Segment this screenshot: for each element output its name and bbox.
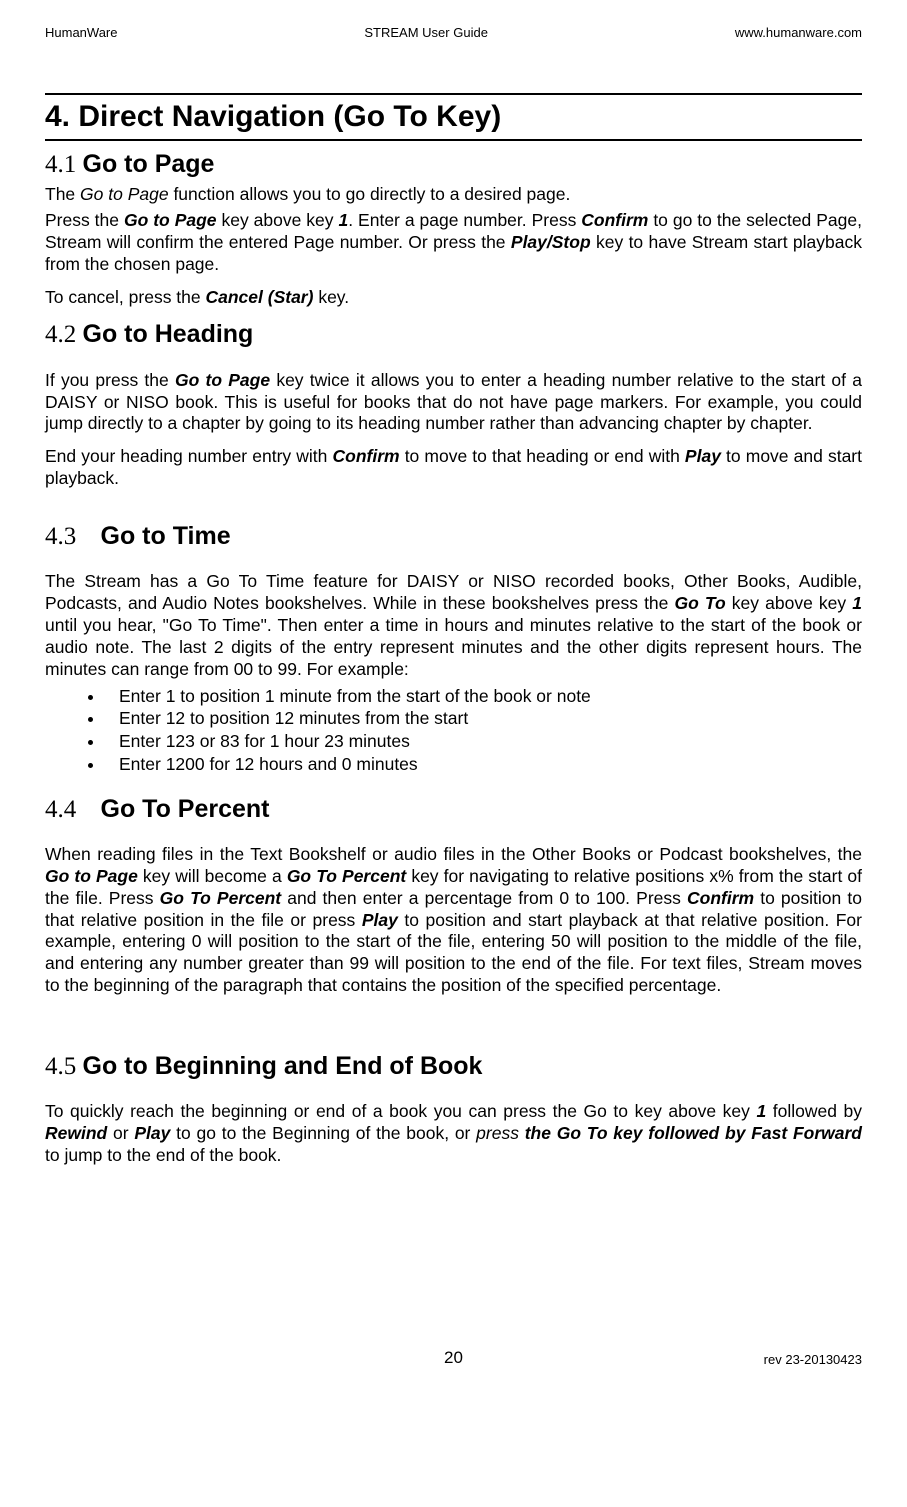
bullet-list: Enter 1 to position 1 minute from the st… [105, 685, 862, 776]
paragraph: The Stream has a Go To Time feature for … [45, 571, 862, 680]
paragraph: When reading files in the Text Bookshelf… [45, 844, 862, 997]
paragraph: Press the Go to Page key above key 1. En… [45, 210, 862, 276]
page-footer: 20 rev 23-20130423 [45, 1347, 862, 1368]
paragraph: If you press the Go to Page key twice it… [45, 370, 862, 436]
page-header: HumanWare STREAM User Guide www.humanwar… [45, 25, 862, 41]
paragraph: To cancel, press the Cancel (Star) key. [45, 287, 862, 309]
heading-4-5: 4.5 Go to Beginning and End of Book [45, 1051, 862, 1082]
header-right: www.humanware.com [735, 25, 862, 41]
heading-4-1: 4.1 Go to Page [45, 149, 862, 180]
heading-number: 4.2 [45, 321, 76, 348]
header-left: HumanWare [45, 25, 117, 41]
header-center: STREAM User Guide [364, 25, 488, 41]
heading-4-4: 4.4 Go To Percent [45, 794, 862, 825]
list-item: Enter 12 to position 12 minutes from the… [105, 707, 862, 730]
list-item: Enter 1200 for 12 hours and 0 minutes [105, 753, 862, 776]
heading-number: 4.3 [45, 523, 76, 550]
heading-4-2: 4.2 Go to Heading [45, 319, 862, 350]
heading-number: 4.4 [45, 796, 76, 823]
chapter-title: 4. Direct Navigation (Go To Key) [45, 93, 862, 141]
footer-revision: rev 23-20130423 [590, 1352, 862, 1368]
heading-label: Go to Time [101, 522, 231, 550]
paragraph: The Go to Page function allows you to go… [45, 184, 862, 206]
heading-label: Go to Beginning and End of Book [83, 1052, 483, 1080]
footer-page-number: 20 [317, 1347, 589, 1368]
heading-number: 4.5 [45, 1053, 76, 1080]
list-item: Enter 1 to position 1 minute from the st… [105, 685, 862, 708]
heading-number: 4.1 [45, 151, 76, 178]
heading-4-3: 4.3 Go to Time [45, 521, 862, 552]
paragraph: To quickly reach the beginning or end of… [45, 1101, 862, 1167]
heading-label: Go to Page [83, 150, 215, 178]
heading-label: Go To Percent [101, 795, 270, 823]
list-item: Enter 123 or 83 for 1 hour 23 minutes [105, 730, 862, 753]
heading-label: Go to Heading [83, 320, 254, 348]
paragraph: End your heading number entry with Confi… [45, 446, 862, 490]
